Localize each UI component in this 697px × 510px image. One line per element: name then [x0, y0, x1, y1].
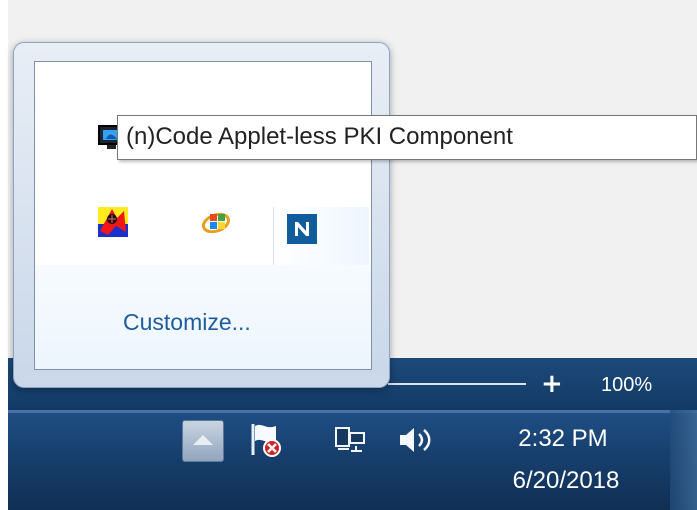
clock-date[interactable]: 6/20/2018: [486, 465, 646, 497]
windows-taskbar: 2:32 PM 6/20/2018: [8, 410, 697, 510]
tray-icon-tooltip: (n)Code Applet-less PKI Component: [117, 115, 697, 160]
action-center-flag-icon[interactable]: [248, 420, 284, 460]
taskbar-highlight: [8, 410, 697, 413]
volume-icon[interactable]: [394, 420, 436, 460]
notification-overflow-popup: Customize...: [13, 42, 390, 388]
n-code-icon[interactable]: [287, 214, 317, 244]
zoom-slider-track[interactable]: [388, 383, 526, 385]
notification-overflow-panel: Customize...: [34, 61, 372, 370]
show-hidden-icons-icon[interactable]: [182, 420, 224, 462]
zoom-level: 100%: [601, 374, 653, 396]
network-icon[interactable]: [329, 420, 369, 458]
window-left-edge: [0, 0, 8, 510]
clock-time[interactable]: 2:32 PM: [498, 423, 628, 455]
show-desktop-button[interactable]: [670, 410, 697, 510]
red-glyph-icon[interactable]: [98, 207, 128, 237]
zoom-in-button[interactable]: +: [541, 366, 563, 402]
hidden-icons-grid: [35, 62, 371, 265]
customize-section: Customize...: [35, 265, 371, 369]
customize-link[interactable]: Customize...: [123, 307, 251, 337]
windows-ie-icon[interactable]: [201, 207, 231, 237]
